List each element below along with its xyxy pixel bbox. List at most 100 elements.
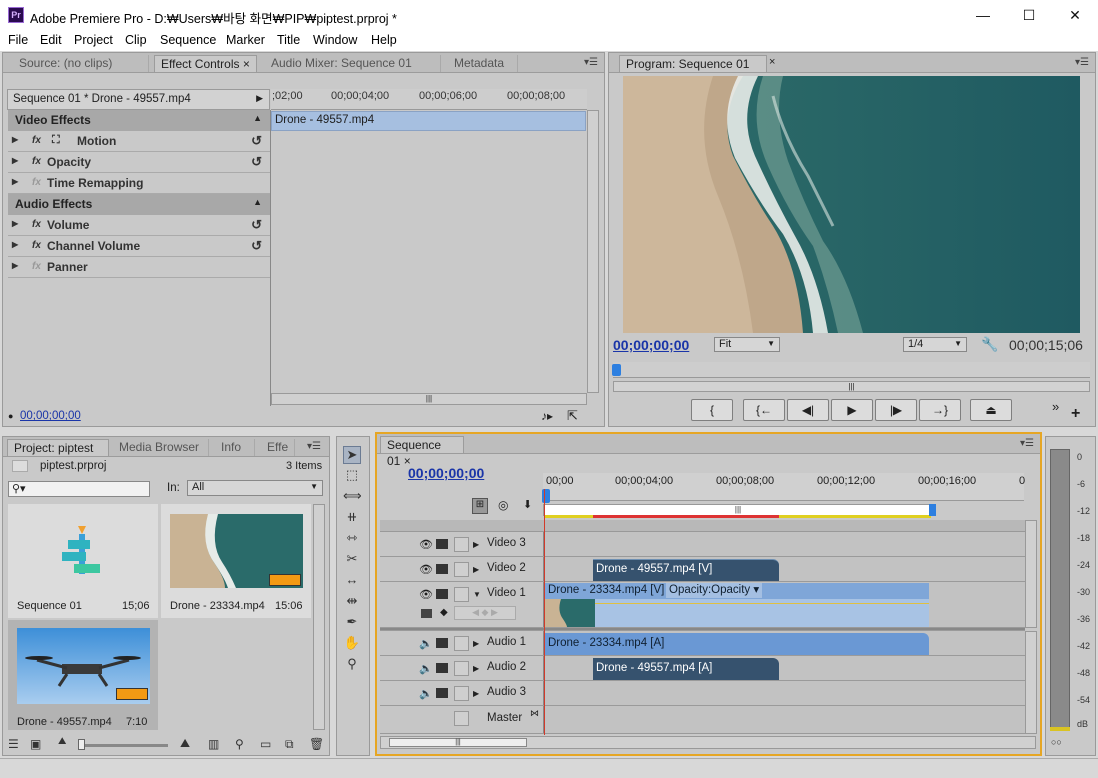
minimize-button[interactable]: — <box>960 0 1006 31</box>
panel-menu-icon[interactable]: ▾☰ <box>1075 57 1089 68</box>
step-back-button[interactable]: ◀| <box>787 399 829 421</box>
master-expand-icon[interactable]: ⋈ <box>530 708 539 719</box>
tab-effect-controls[interactable]: Effect Controls × <box>154 55 257 72</box>
tab-sequence-01[interactable]: Sequence 01 × <box>380 436 464 468</box>
clip-drone-49557-video[interactable]: Drone - 49557.mp4 [V] <box>593 559 779 581</box>
effect-row-panner[interactable]: ▶ fx Panner <box>8 257 270 278</box>
project-search-input[interactable]: ⚲▾ <box>8 481 150 497</box>
project-scrollbar[interactable] <box>313 504 325 730</box>
selection-tool-icon[interactable]: ➤ <box>343 446 361 464</box>
wrench-icon[interactable]: 🔧 <box>981 336 998 353</box>
search-icon[interactable]: ⚲▾ <box>12 483 26 495</box>
eye-icon[interactable]: 👁 <box>419 563 433 576</box>
program-zoom-scrollbar[interactable]: ||| <box>613 381 1090 392</box>
effect-row-opacity[interactable]: ▶ fx Opacity ↺ <box>8 152 270 173</box>
scroll-thumb[interactable]: ||| <box>389 738 527 747</box>
menu-file[interactable]: File <box>8 33 28 47</box>
audio-sync-icon[interactable] <box>436 638 448 648</box>
project-item-drone-23334[interactable]: Drone - 23334.mp4 15:06 <box>161 504 311 618</box>
speaker-icon[interactable]: 🔈 <box>419 687 433 700</box>
menu-project[interactable]: Project <box>74 33 113 47</box>
icon-view-icon[interactable]: ▣ <box>30 737 41 751</box>
add-marker-icon[interactable]: ⬇ <box>523 498 532 511</box>
effect-row-channel-volume[interactable]: ▶ fx Channel Volume ↺ <box>8 236 270 257</box>
ec-vertical-scrollbar[interactable] <box>587 110 599 393</box>
go-to-out-button[interactable]: →} <box>919 399 961 421</box>
pen-tool-icon[interactable]: ✒ <box>343 614 361 632</box>
timeline-timecode[interactable]: 00;00;00;00 <box>408 465 484 481</box>
expand-icon[interactable]: ▶ <box>473 639 479 648</box>
close-tab-icon[interactable]: × <box>243 57 250 71</box>
list-view-icon[interactable]: ☰ <box>8 737 19 751</box>
master-toggle[interactable] <box>454 711 469 726</box>
film-icon[interactable] <box>436 589 448 599</box>
delete-icon[interactable]: 🗑 <box>309 737 324 751</box>
motion-transform-icon[interactable]: ⛶ <box>52 134 60 147</box>
lock-toggle[interactable] <box>454 537 469 552</box>
program-video-frame[interactable] <box>623 76 1080 333</box>
tab-info[interactable]: Info <box>215 439 255 456</box>
clip-drone-23334-audio[interactable]: Drone - 23334.mp4 [A] <box>545 633 929 655</box>
zoom-out-icon[interactable]: ⛰ <box>58 736 66 747</box>
step-forward-button[interactable]: |▶ <box>875 399 917 421</box>
expand-icon[interactable]: ▶ <box>12 219 18 228</box>
opacity-dropdown[interactable]: Opacity:Opacity ▾ <box>666 583 763 598</box>
project-item-sequence[interactable]: Sequence 01 15;06 <box>8 504 158 618</box>
menu-edit[interactable]: Edit <box>40 33 62 47</box>
rolling-edit-tool-icon[interactable]: ⧺ <box>343 509 361 527</box>
rate-stretch-tool-icon[interactable]: ⇿ <box>343 530 361 548</box>
slip-tool-icon[interactable]: ↔ <box>343 572 361 590</box>
clip-drone-49557-audio[interactable]: Drone - 49557.mp4 [A] <box>593 658 779 680</box>
program-timecode[interactable]: 00;00;00;00 <box>613 337 689 353</box>
panel-menu-icon[interactable]: ▾☰ <box>1020 438 1034 449</box>
menu-clip[interactable]: Clip <box>125 33 147 47</box>
mark-in-button[interactable]: { <box>691 399 733 421</box>
snap-icon[interactable]: ⊞ <box>472 498 488 514</box>
ripple-edit-tool-icon[interactable]: ⟺ <box>343 488 362 506</box>
fx-icon[interactable]: fx <box>32 156 41 167</box>
keyframe-nav[interactable]: ◀ ◆ ▶ <box>454 606 516 620</box>
reset-icon[interactable]: ↺ <box>251 238 262 254</box>
video-tracks-scrollbar[interactable] <box>1025 520 1037 628</box>
fx-icon[interactable]: fx <box>32 240 41 251</box>
reset-icon[interactable]: ↺ <box>251 217 262 233</box>
reset-icon[interactable]: ↺ <box>251 154 262 170</box>
ec-ruler[interactable]: ;02;00 00;00;04;00 00;00;06;00 00;00;08;… <box>271 89 587 110</box>
lift-button[interactable]: ⏏ <box>970 399 1012 421</box>
slide-tool-icon[interactable]: ⇹ <box>343 593 361 611</box>
hand-tool-icon[interactable]: ✋ <box>343 635 361 653</box>
tab-effects[interactable]: Effe <box>261 439 295 456</box>
panel-menu-icon[interactable]: ▾☰ <box>307 441 321 452</box>
tab-program[interactable]: Program: Sequence 01 ▼ <box>619 55 767 86</box>
expand-icon[interactable]: ▶ <box>12 240 18 249</box>
menu-window[interactable]: Window <box>313 33 357 47</box>
lock-toggle[interactable] <box>454 636 469 651</box>
set-encore-marker-icon[interactable]: ◎ <box>498 498 508 512</box>
reset-icon[interactable]: ↺ <box>251 133 262 149</box>
zoom-in-icon[interactable]: ⛰ <box>180 736 190 751</box>
menu-help[interactable]: Help <box>371 33 397 47</box>
audio-tracks-scrollbar[interactable] <box>1025 631 1037 734</box>
tab-project[interactable]: Project: piptest × <box>7 439 109 471</box>
collapse-icon[interactable]: ▲ <box>253 197 262 207</box>
speaker-icon[interactable]: 🔈 <box>419 637 433 650</box>
razor-tool-icon[interactable]: ✂ <box>343 551 361 569</box>
fit-dropdown[interactable]: Fit ▼ <box>714 337 780 352</box>
play-button[interactable]: ▶ <box>831 399 873 421</box>
panel-menu-icon[interactable]: ▾☰ <box>584 57 598 68</box>
fx-icon[interactable]: fx <box>32 219 41 230</box>
menu-sequence[interactable]: Sequence <box>160 33 216 47</box>
audio-sync-icon[interactable] <box>436 663 448 673</box>
timeline-ruler[interactable]: 00;00 00;00;04;00 00;00;08;00 00;00;12;0… <box>543 473 1025 501</box>
new-item-icon[interactable]: ⧉ <box>285 737 294 752</box>
effect-row-volume[interactable]: ▶ fx Volume ↺ <box>8 215 270 236</box>
tab-source[interactable]: Source: (no clips) <box>13 55 149 72</box>
work-area-end-handle[interactable] <box>929 504 936 516</box>
timeline-horizontal-scrollbar[interactable]: ||| <box>380 736 1036 749</box>
program-playhead[interactable] <box>612 364 621 376</box>
in-filter-dropdown[interactable]: All ▼ <box>187 480 323 496</box>
close-tab-icon[interactable]: × <box>769 56 775 68</box>
expand-icon[interactable]: ▶ <box>12 261 18 270</box>
display-style-icon[interactable] <box>421 609 432 618</box>
eye-icon[interactable]: 👁 <box>419 538 433 551</box>
